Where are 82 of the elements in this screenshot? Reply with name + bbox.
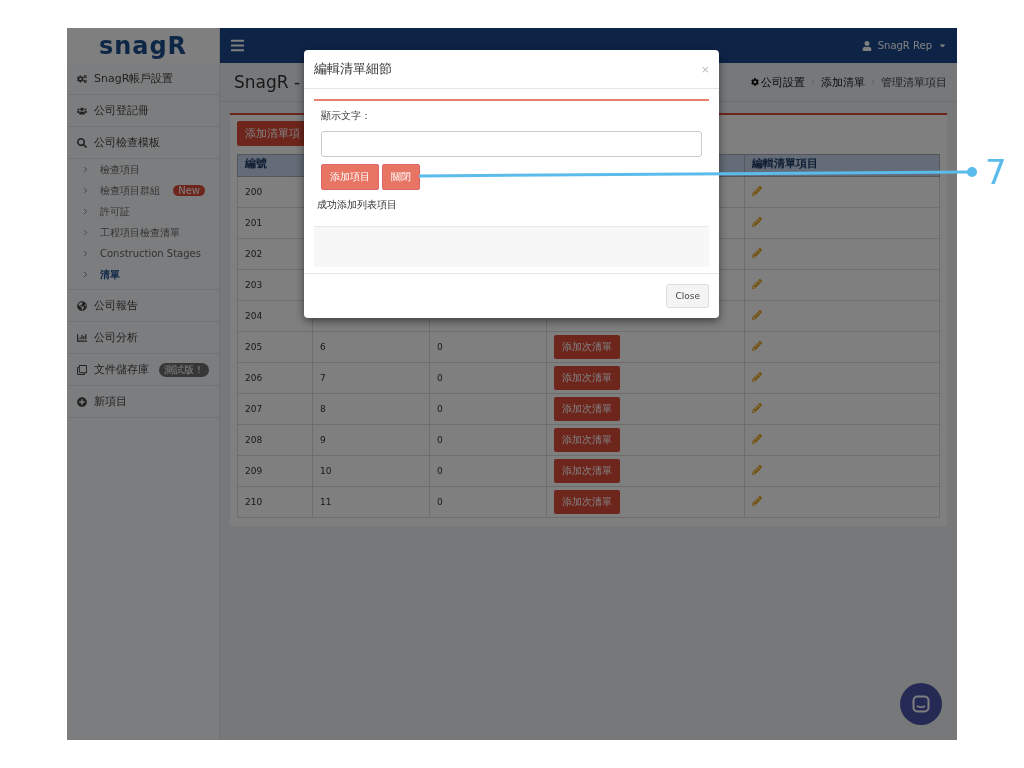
chevron-icon — [809, 78, 817, 86]
add-sublist-button[interactable]: 添加次清單 — [554, 397, 620, 421]
user-name[interactable]: SnagR Rep — [877, 40, 932, 51]
success-message: 成功添加列表項目 — [316, 198, 398, 212]
breadcrumb-link[interactable]: 管理清單項目 — [881, 74, 947, 90]
table-cell: 210 — [237, 486, 313, 518]
sidebar-item[interactable]: 公司檢查模板 — [67, 127, 219, 159]
sidebar-item[interactable]: 公司分析 — [67, 322, 219, 354]
table-cell: 206 — [237, 362, 313, 394]
sidebar-item[interactable]: 新項目 — [67, 386, 219, 418]
sidebar-subitem[interactable]: 檢查項目 — [67, 159, 219, 180]
chat-button[interactable] — [900, 683, 942, 725]
chevron-icon — [81, 165, 90, 174]
table-cell: 208 — [237, 424, 313, 456]
pencil-icon[interactable] — [752, 217, 762, 227]
sidebar-subitem[interactable]: 許可証 — [67, 201, 219, 222]
table-cell: 0 — [429, 486, 547, 518]
breadcrumb-link[interactable]: 公司設置 — [761, 74, 805, 90]
add-sublist-button[interactable]: 添加次清單 — [554, 490, 620, 514]
sidebar-item[interactable]: 公司報告 — [67, 290, 219, 322]
sidebar-subitem[interactable]: Construction Stages — [67, 243, 219, 264]
sidebar-subitem[interactable]: 檢查項目群組 New — [67, 180, 219, 201]
callout-number: 7 — [985, 152, 1007, 192]
breadcrumb-link[interactable]: 添加清單 — [821, 74, 865, 90]
sidebar-subitem[interactable]: 清單 — [67, 264, 219, 285]
chevron-icon — [869, 78, 877, 86]
sidebar-item[interactable]: 公司登記冊 — [67, 95, 219, 127]
gears-icon — [77, 73, 87, 84]
table-cell: 9 — [312, 424, 430, 456]
copy-icon — [77, 364, 87, 375]
chevron-icon — [81, 228, 90, 237]
pencil-icon[interactable] — [752, 465, 762, 475]
chat-icon — [912, 695, 930, 713]
pencil-icon[interactable] — [752, 403, 762, 413]
table-cell: 0 — [429, 424, 547, 456]
close-button[interactable]: × — [701, 61, 709, 77]
close-button[interactable]: 關閉 — [382, 164, 420, 190]
pencil-icon[interactable] — [752, 186, 762, 196]
menu-icon[interactable] — [230, 38, 245, 53]
pencil-icon[interactable] — [752, 496, 762, 506]
globe-icon — [77, 300, 87, 311]
pencil-icon[interactable] — [752, 372, 762, 382]
add-sublist-button[interactable]: 添加次清單 — [554, 366, 620, 390]
field-label: 顯示文字： — [320, 109, 372, 123]
chevron-icon — [81, 207, 90, 216]
table-cell: 7 — [312, 362, 430, 394]
table-cell: 0 — [429, 362, 547, 394]
table-cell: 207 — [237, 393, 313, 425]
gear-icon — [751, 78, 759, 86]
user-icon — [861, 40, 872, 51]
table-cell: 11 — [312, 486, 430, 518]
add-sublist-button[interactable]: 添加次清單 — [554, 459, 620, 483]
table-cell: 0 — [429, 393, 547, 425]
modal-title: 編輯清單細節 — [314, 60, 392, 78]
sidebar-item[interactable]: SnagR帳戶設置 — [67, 63, 219, 95]
text-input[interactable] — [321, 131, 702, 157]
caret-icon[interactable] — [938, 41, 947, 50]
close-button[interactable]: Close — [666, 284, 709, 308]
badge: New — [173, 185, 205, 196]
table-cell: 6 — [312, 331, 430, 363]
add-sublist-button[interactable]: 添加次清單 — [554, 428, 620, 452]
pencil-icon[interactable] — [752, 279, 762, 289]
table-cell: 8 — [312, 393, 430, 425]
people-icon — [77, 105, 87, 116]
add-sublist-button[interactable]: 添加次清單 — [554, 335, 620, 359]
pencil-icon[interactable] — [752, 248, 762, 258]
search-icon — [77, 137, 87, 148]
bar-chart-icon — [77, 332, 87, 343]
table-cell: 0 — [429, 455, 547, 487]
table-cell: 209 — [237, 455, 313, 487]
add-item-button[interactable]: 添加項目 — [321, 164, 379, 190]
sidebar-subitem[interactable]: 工程項目檢查清單 — [67, 222, 219, 243]
chevron-icon — [81, 249, 90, 258]
chevron-icon — [81, 186, 90, 195]
table-cell: 0 — [429, 331, 547, 363]
table-cell: 205 — [237, 331, 313, 363]
pencil-icon[interactable] — [752, 310, 762, 320]
pencil-icon[interactable] — [752, 434, 762, 444]
pencil-icon[interactable] — [752, 341, 762, 351]
table-cell: 10 — [312, 455, 430, 487]
page-title: SnagR - — [234, 72, 301, 92]
chevron-icon — [81, 270, 90, 279]
